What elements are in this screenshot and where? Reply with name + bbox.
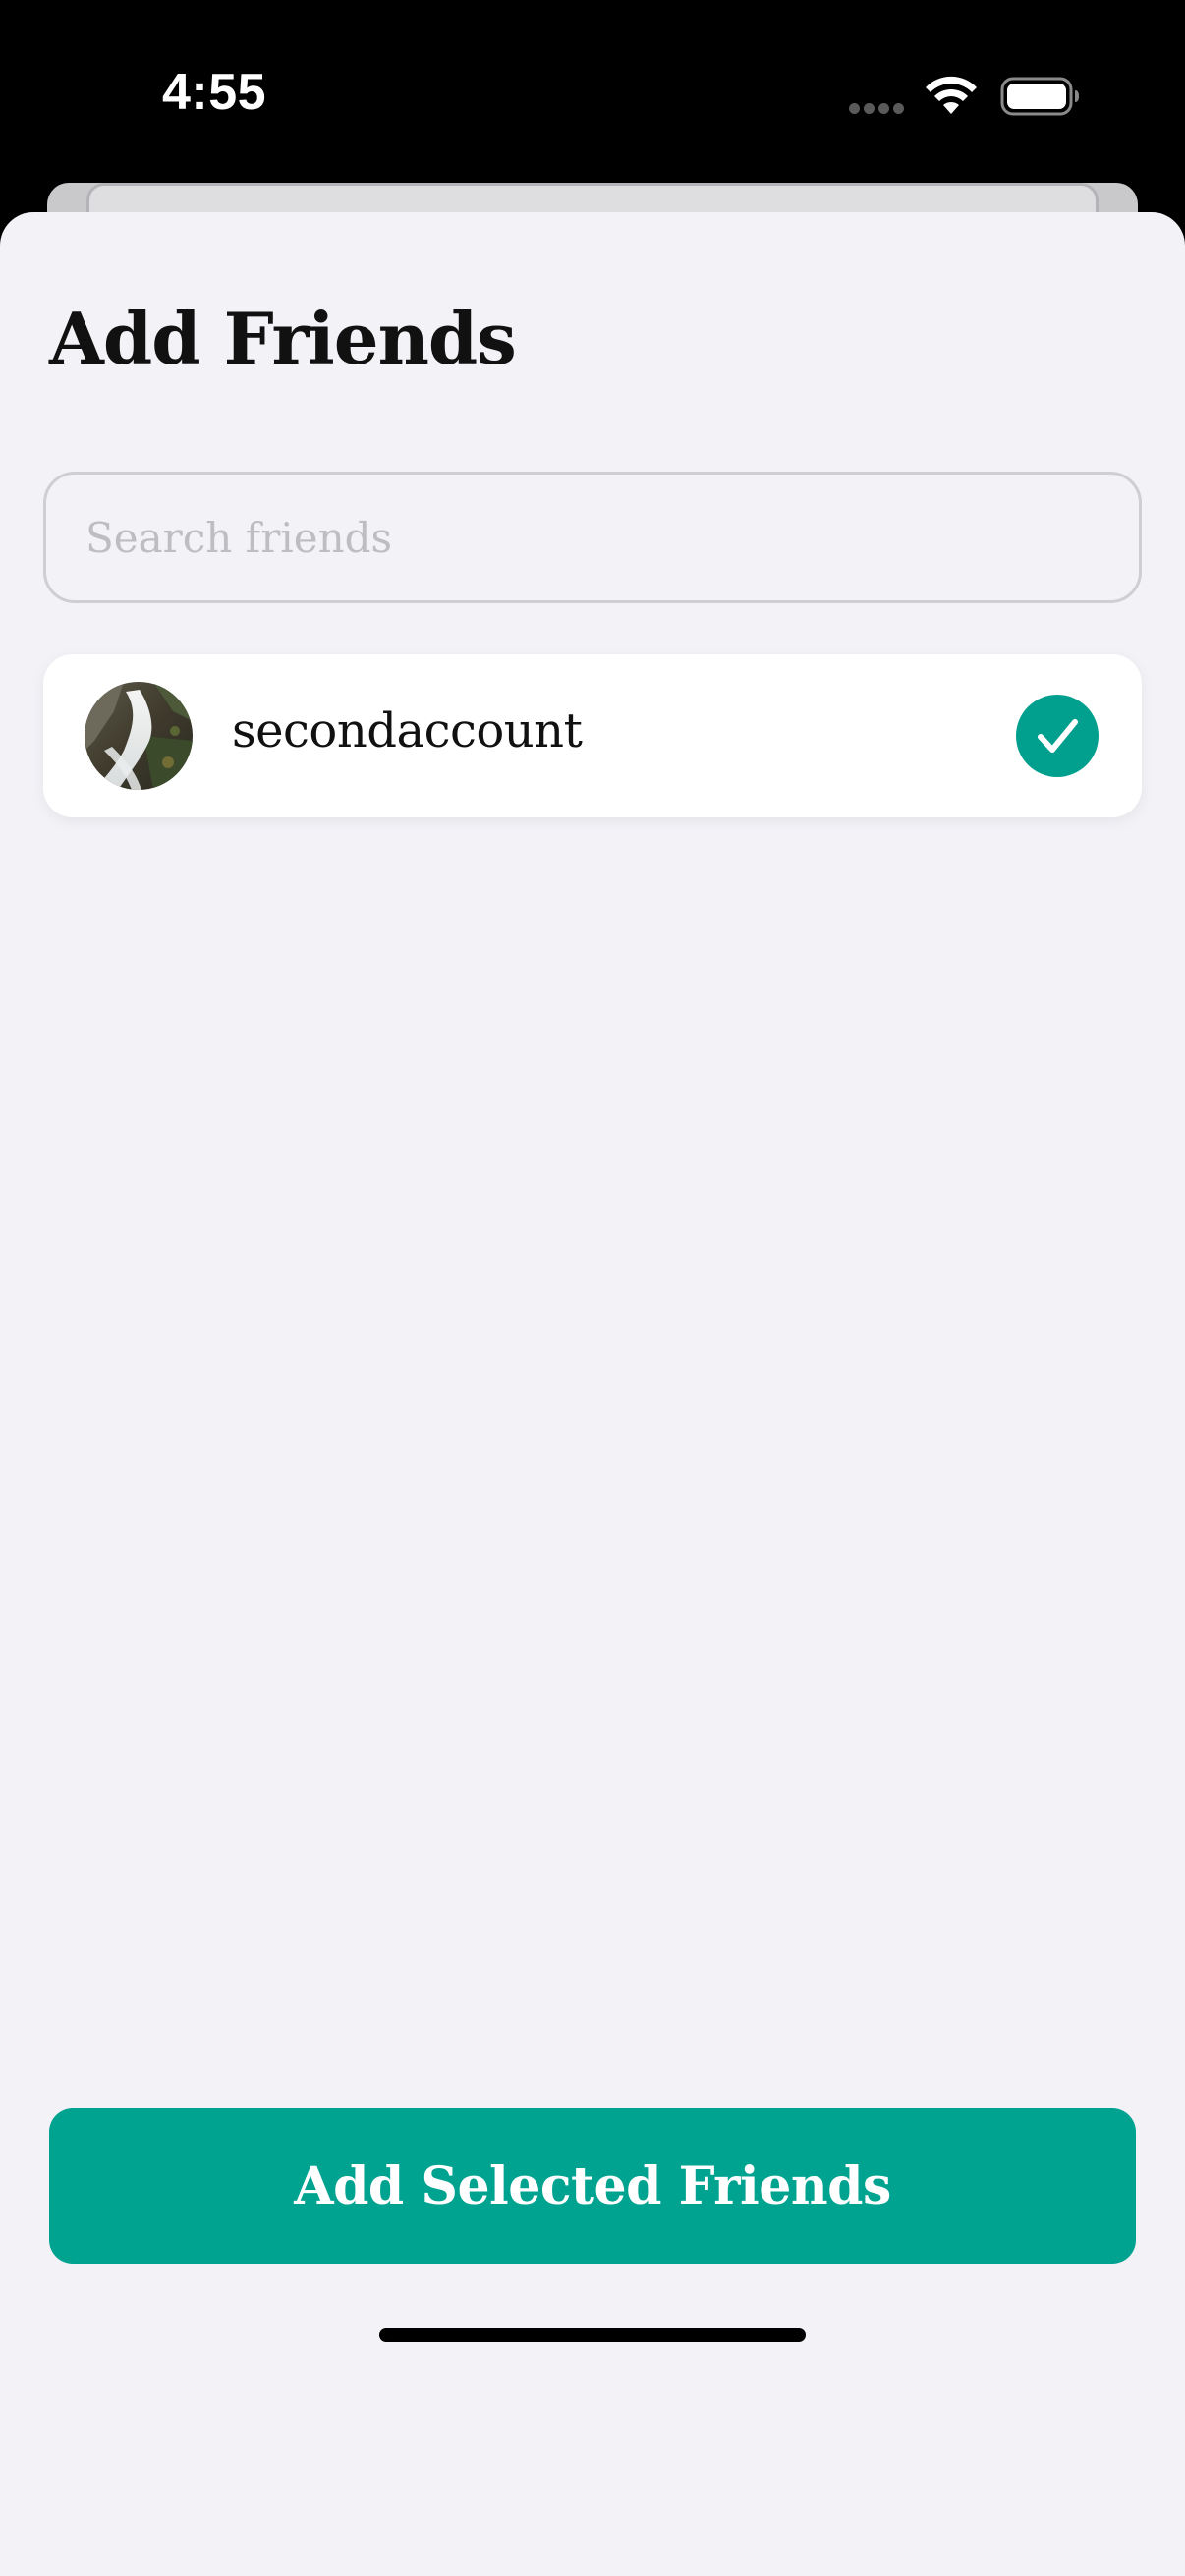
- avatar: [85, 682, 193, 790]
- status-time: 4:55: [162, 64, 267, 121]
- add-selected-friends-button[interactable]: Add Selected Friends: [49, 2108, 1136, 2264]
- status-bar: 4:55: [0, 0, 1185, 187]
- battery-full-icon: [1000, 77, 1079, 116]
- wifi-icon: [926, 76, 977, 114]
- screen: 4:55 Add Friends Search friends secondac…: [0, 0, 1185, 2576]
- checkmark-circle-icon[interactable]: [1016, 695, 1099, 777]
- home-indicator: [379, 2328, 806, 2342]
- friend-username: secondaccount: [232, 703, 583, 758]
- search-friends-input[interactable]: [43, 472, 1142, 603]
- friend-row-secondaccount[interactable]: secondaccount: [43, 654, 1142, 817]
- page-title: Add Friends: [49, 297, 517, 380]
- cellular-dots-icon: [849, 103, 906, 115]
